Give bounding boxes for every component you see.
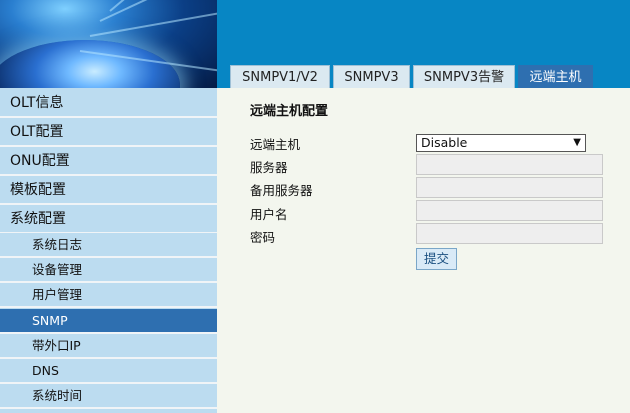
server-field[interactable] — [416, 154, 603, 175]
banner-globe-image — [0, 0, 217, 88]
tab-snmpv1-v2[interactable]: SNMPV1/V2 — [230, 65, 330, 88]
backup-server-label: 备用服务器 — [250, 183, 313, 198]
submit-button[interactable]: 提交 — [416, 248, 457, 270]
sidebar-item-snmp[interactable]: SNMP — [0, 309, 217, 334]
tab-snmpv3[interactable]: SNMPV3 — [333, 65, 410, 88]
sidebar-item-template-config[interactable]: 模板配置 — [0, 176, 217, 205]
remote-host-label: 远端主机 — [250, 137, 301, 152]
sidebar-item-olt-info[interactable]: OLT信息 — [0, 89, 217, 118]
tab-remote-host[interactable]: 远端主机 — [518, 65, 593, 88]
sidebar-item-system-log[interactable]: 系统日志 — [0, 233, 217, 258]
page-title: 远端主机配置 — [250, 104, 329, 119]
globe-graphic — [0, 40, 180, 88]
username-label: 用户名 — [250, 207, 288, 222]
password-label: 密码 — [250, 230, 276, 245]
chevron-down-icon: ▼ — [573, 137, 581, 148]
backup-server-field[interactable] — [416, 177, 603, 198]
sidebar-item-dns[interactable]: DNS — [0, 359, 217, 384]
sidebar-item-out-of-band-ip[interactable]: 带外口IP — [0, 334, 217, 359]
remote-host-select[interactable]: Disable ▼ — [416, 134, 586, 152]
sidebar-item-system-time[interactable]: 系统时间 — [0, 384, 217, 409]
sidebar-item-olt-config[interactable]: OLT配置 — [0, 118, 217, 147]
remote-host-select-value: Disable — [421, 135, 468, 150]
sidebar-item-user-management[interactable]: 用户管理 — [0, 283, 217, 308]
sidebar-item-system-config[interactable]: 系统配置 — [0, 205, 217, 234]
password-field[interactable] — [416, 223, 603, 244]
sidebar-item-device-management[interactable]: 设备管理 — [0, 258, 217, 283]
server-label: 服务器 — [250, 160, 288, 175]
header-bar — [217, 0, 630, 57]
sidebar-item-onu-config[interactable]: ONU配置 — [0, 147, 217, 176]
tab-snmpv3-alarm[interactable]: SNMPV3告警 — [413, 65, 515, 88]
username-field[interactable] — [416, 200, 603, 221]
